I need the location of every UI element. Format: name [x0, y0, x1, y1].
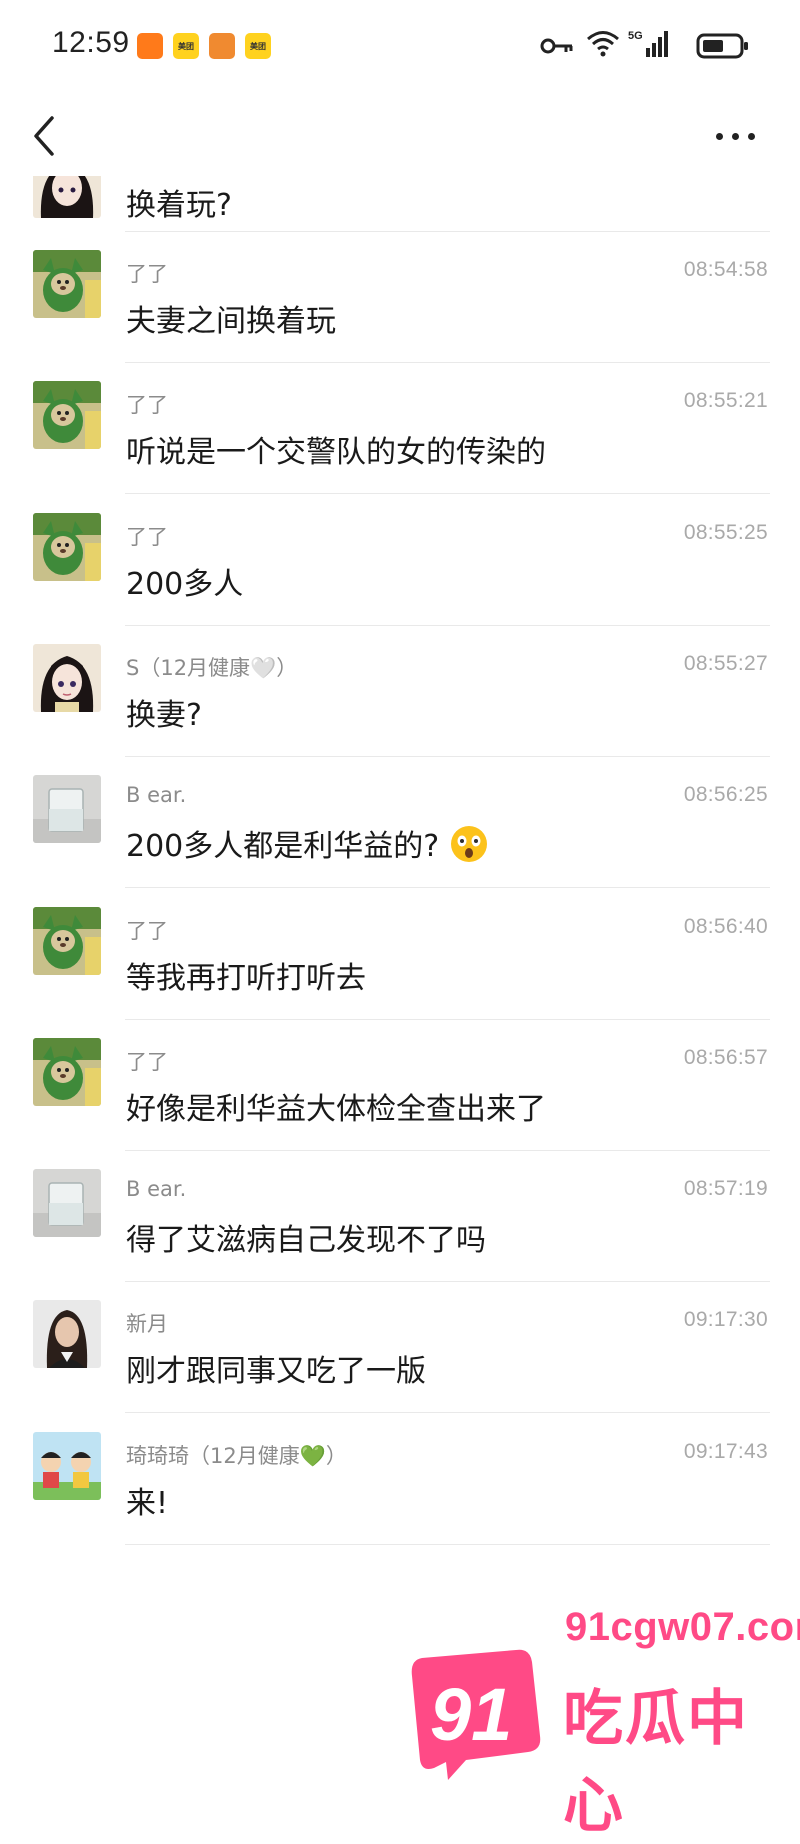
battery-icon [696, 32, 750, 60]
app-icon [209, 33, 235, 59]
message-time: 08:56:40 [683, 914, 768, 938]
message-time: 08:54:58 [683, 258, 768, 281]
message-time: 08:56:57 [683, 1045, 768, 1069]
astonished-emoji [449, 824, 489, 864]
message-text-line: 听说是一个交警队的女的传染的 [126, 427, 546, 471]
vpn-key-icon [540, 36, 574, 56]
taobao-icon [137, 33, 163, 59]
message-text-line: 夫妻之间换着玩 [126, 296, 336, 340]
message-text: 200多人都是利华益的? [126, 829, 440, 865]
watermark-logo: 91 [411, 1649, 541, 1780]
message-text-line: 200多人 [126, 559, 243, 603]
list-item[interactable]: B ear. 08:56:25 200多人都是利华益的? [0, 757, 800, 907]
signal-5g-icon: 5G [628, 28, 670, 58]
message-text: 换着玩? [126, 188, 232, 223]
meituan-label: 美团 [250, 42, 266, 51]
list-item[interactable]: B ear. 08:57:19 得了艾滋病自己发现不了吗 [0, 1151, 800, 1301]
sender-name: 了了 [126, 524, 168, 549]
message-text-line: 200多人都是利华益的? [126, 821, 489, 865]
list-item[interactable]: 琦琦琦（12月健康💚） 09:17:43 来! [0, 1414, 800, 1564]
list-item[interactable]: 了了 08:55:25 200多人 [0, 495, 800, 645]
sender-name: 了了 [126, 918, 168, 943]
message-time: 08:55:25 [683, 520, 768, 544]
sender-name: 新月 [126, 1312, 168, 1337]
more-dot [732, 133, 739, 140]
sender-name: S（12月健康🤍） [126, 655, 298, 680]
message-time: 08:55:27 [683, 651, 768, 675]
sender-name: 了了 [126, 1049, 168, 1074]
message-text: 换妻? [126, 697, 202, 733]
status-time: 12:59 [52, 26, 130, 59]
chat-header [0, 96, 800, 176]
dog-avatar[interactable] [33, 1037, 101, 1106]
watermark-url: 91cgw07.com [565, 1605, 800, 1649]
meituan-label: 美团 [178, 42, 194, 51]
message-time: 09:17:30 [683, 1308, 768, 1332]
sender-name: B ear. [126, 783, 187, 808]
wifi-icon [586, 28, 620, 58]
network-label: 5G [628, 30, 643, 42]
watermark: 91 91cgw07.com 吃瓜中心 [395, 1595, 800, 1841]
message-text: 好像是利华益大体检全查出来了 [126, 1091, 546, 1127]
watermark-number: 91 [430, 1673, 512, 1756]
message-text: 得了艾滋病自己发现不了吗 [126, 1223, 486, 1259]
list-item[interactable]: 了了 08:54:58 夫妻之间换着玩 [0, 232, 800, 382]
cartoon-avatar[interactable] [33, 1431, 101, 1500]
more-dot [748, 133, 755, 140]
sender-name: 了了 [126, 262, 168, 286]
dog-avatar[interactable] [33, 906, 101, 975]
message-time: 08:55:21 [683, 389, 768, 413]
message-text-line: 换妻? [126, 690, 202, 734]
dog-avatar[interactable] [33, 381, 101, 450]
message-time: 09:17:43 [683, 1439, 768, 1463]
divider [125, 1543, 770, 1545]
list-item[interactable]: 了了 08:55:21 听说是一个交警队的女的传染的 [0, 363, 800, 513]
meituan-icon: 美团 [173, 33, 199, 59]
woman-avatar[interactable] [33, 1300, 101, 1369]
message-time: 08:56:25 [683, 783, 768, 807]
message-text: 听说是一个交警队的女的传染的 [126, 435, 546, 471]
message-text: 夫妻之间换着玩 [126, 304, 336, 339]
sender-name: 了了 [126, 393, 168, 418]
message-text-line: 来! [126, 1478, 168, 1522]
message-text-line: 刚才跟同事又吃了一版 [126, 1346, 426, 1390]
girl-avatar[interactable] [33, 643, 101, 712]
list-item[interactable]: S（12月健康🤍） 08:55:27 换妻? [0, 626, 800, 776]
more-dots-icon [716, 133, 723, 140]
message-list[interactable]: 换着玩? 了了 08:54:58 夫妻之间换着玩 了了 08:55:21 听说是一个交警队… [0, 176, 800, 1787]
status-indicators: 5G [490, 28, 750, 64]
sender-name: 琦琦琦（12月健康💚） [126, 1443, 347, 1468]
girl-avatar[interactable] [33, 176, 101, 218]
watermark-name: 吃瓜中心 [563, 1684, 749, 1841]
meituan-icon: 美团 [245, 33, 271, 59]
dog-avatar[interactable] [33, 250, 101, 318]
message-text: 刚才跟同事又吃了一版 [126, 1354, 426, 1390]
more-options-button[interactable] [706, 118, 766, 154]
message-text: 等我再打听打听去 [126, 960, 366, 996]
message-text: 200多人 [126, 566, 244, 602]
back-button[interactable] [24, 108, 64, 164]
message-time: 08:57:19 [683, 1177, 768, 1201]
message-text-line: 好像是利华益大体检全查出来了 [126, 1084, 546, 1128]
glass-avatar[interactable] [33, 775, 101, 844]
list-item[interactable]: 了了 08:56:57 好像是利华益大体检全查出来了 [0, 1020, 800, 1170]
glass-avatar[interactable] [33, 1169, 101, 1238]
chevron-left-icon [34, 116, 54, 156]
message-text: 来! [126, 1485, 169, 1521]
dog-avatar[interactable] [33, 512, 101, 581]
list-item[interactable]: 了了 08:56:40 等我再打听打听去 [0, 889, 800, 1039]
message-text-line: 等我再打听打听去 [126, 953, 366, 997]
message-text-line: 得了艾滋病自己发现不了吗 [126, 1215, 486, 1259]
status-bar: 12:59 美团 美团 5G [0, 0, 800, 96]
sender-name: B ear. [126, 1177, 187, 1202]
list-item[interactable]: 新月 09:17:30 刚才跟同事又吃了一版 [0, 1282, 800, 1432]
